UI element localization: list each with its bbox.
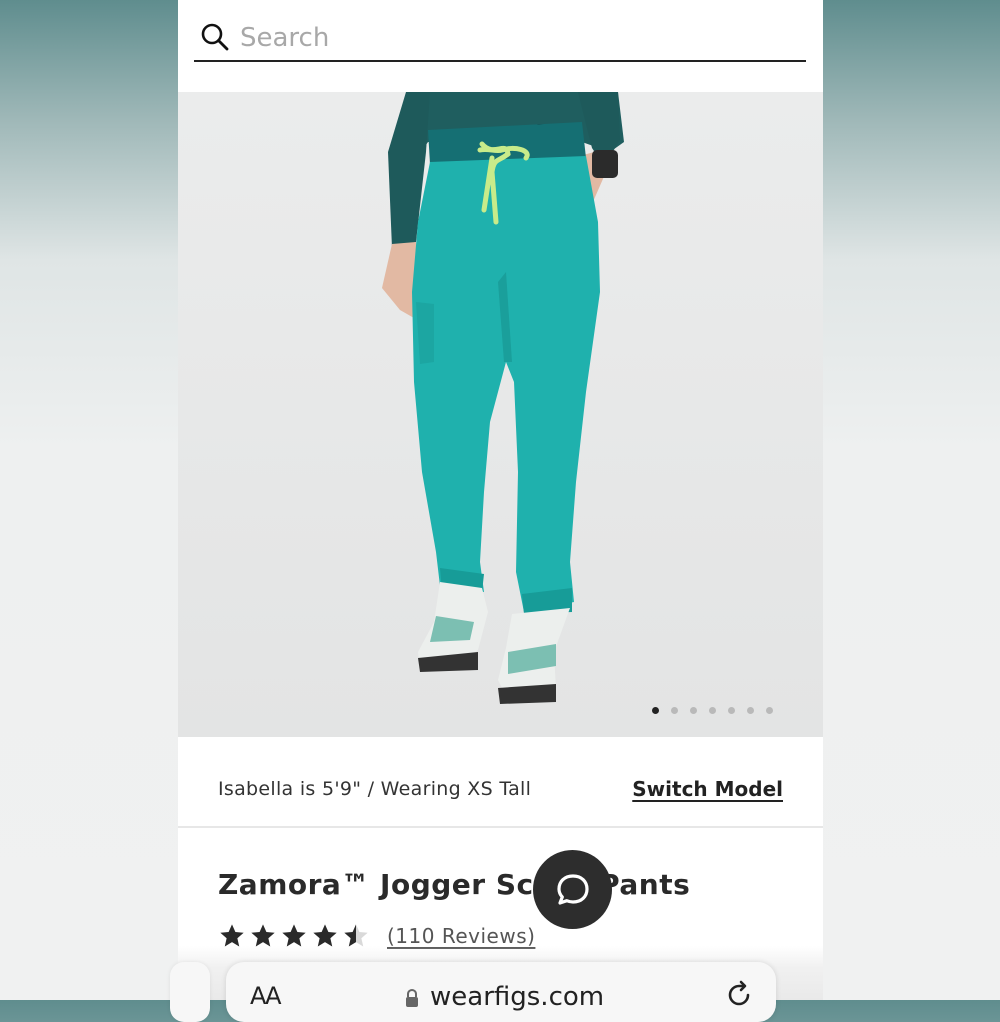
tab-overview-edge[interactable]	[170, 962, 210, 1022]
carousel-dots	[652, 704, 773, 716]
model-info-row: Isabella is 5'9" / Wearing XS Tall Switc…	[178, 738, 823, 828]
carousel-dot[interactable]	[766, 706, 773, 714]
text-size-button[interactable]: AA	[250, 982, 281, 1010]
carousel-dot[interactable]	[709, 706, 716, 714]
carousel-dot[interactable]	[671, 706, 678, 714]
reload-icon[interactable]	[724, 980, 754, 1010]
search-bar	[194, 20, 806, 62]
chat-button[interactable]	[533, 850, 612, 929]
carousel-dot[interactable]	[747, 706, 754, 714]
product-title: Zamora™ Jogger Scrub Pants	[218, 868, 691, 901]
search-input[interactable]	[240, 20, 800, 56]
url-text: wearfigs.com	[430, 982, 605, 1012]
model-photo	[178, 92, 823, 737]
lock-icon	[406, 988, 418, 1007]
product-page: Isabella is 5'9" / Wearing XS Tall Switc…	[178, 0, 823, 1000]
reviews-link[interactable]: (110 Reviews)	[387, 924, 535, 948]
search-icon[interactable]	[200, 22, 230, 52]
carousel-dot[interactable]	[728, 706, 735, 714]
chat-bubble-icon	[556, 873, 589, 905]
browser-url-bar[interactable]: AA wearfigs.com	[226, 962, 776, 1022]
switch-model-link[interactable]: Switch Model	[632, 777, 783, 801]
product-image[interactable]	[178, 92, 823, 737]
model-info-text: Isabella is 5'9" / Wearing XS Tall	[218, 778, 532, 800]
carousel-dot[interactable]	[690, 706, 697, 714]
carousel-dot[interactable]	[652, 706, 659, 714]
